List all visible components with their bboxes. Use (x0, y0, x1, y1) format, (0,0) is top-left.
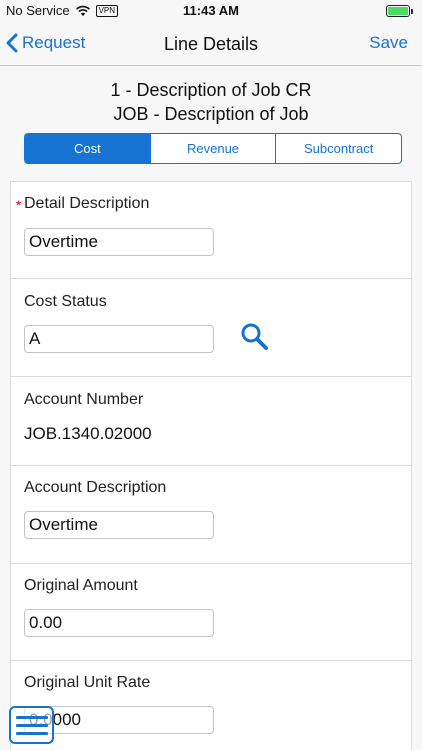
original-amount-label: Original Amount (24, 577, 138, 594)
original-unit-rate-row: Original Unit Rate 0.0000 (11, 661, 411, 750)
account-description-input[interactable]: Overtime (24, 511, 214, 539)
chevron-left-icon (6, 33, 18, 53)
segmented-control: Cost Revenue Subcontract (24, 133, 402, 164)
cost-status-label: Cost Status (24, 293, 107, 310)
detail-description-row: * Detail Description Overtime (11, 182, 411, 279)
hamburger-icon (15, 715, 48, 719)
job-subtitle: JOB - Description of Job (113, 104, 309, 124)
job-line-title: 1 - Description of Job CR (110, 80, 312, 100)
cost-status-search-button[interactable] (239, 321, 271, 353)
account-number-row: Account Number JOB.1340.02000 (11, 377, 411, 466)
back-button[interactable]: Request (6, 33, 85, 53)
original-amount-input[interactable]: 0.00 (24, 609, 214, 637)
status-bar: No Service VPN 11:43 AM (0, 0, 422, 22)
navigation-bar: Request Line Details Save (0, 22, 422, 66)
cost-status-row: Cost Status A (11, 279, 411, 377)
back-button-label: Request (22, 33, 86, 52)
original-amount-row: Original Amount 0.00 (11, 564, 411, 661)
search-icon (241, 323, 268, 350)
battery-icon (386, 5, 414, 17)
tab-subcontract[interactable]: Subcontract (276, 134, 401, 163)
original-unit-rate-label: Original Unit Rate (24, 674, 151, 691)
account-number-label: Account Number (24, 391, 144, 408)
tab-cost[interactable]: Cost (25, 134, 151, 163)
form-panel: * Detail Description Overtime Cost Statu… (10, 181, 412, 750)
account-number-value: JOB.1340.02000 (24, 424, 152, 443)
cost-status-input[interactable]: A (24, 325, 214, 353)
required-marker: * (16, 197, 22, 213)
account-description-row: Account Description Overtime (11, 466, 411, 564)
detail-description-input[interactable]: Overtime (24, 228, 214, 256)
detail-description-label: Detail Description (24, 195, 150, 212)
status-time: 11:43 AM (183, 3, 239, 18)
tab-revenue[interactable]: Revenue (151, 134, 277, 163)
account-description-label: Account Description (24, 479, 167, 496)
hamburger-menu-button[interactable] (9, 706, 54, 744)
save-button[interactable]: Save (369, 33, 408, 53)
